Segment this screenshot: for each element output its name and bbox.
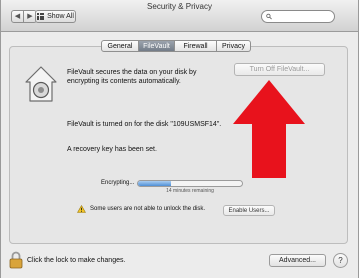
filevault-status: FileVault is turned on for the disk "109… bbox=[67, 121, 222, 128]
tab-general[interactable]: General bbox=[101, 40, 139, 52]
time-remaining: 14 minutes remaining bbox=[166, 188, 214, 194]
tab-bar: General FileVault Firewall Privacy bbox=[101, 40, 251, 52]
tab-filevault[interactable]: FileVault bbox=[139, 40, 175, 52]
chevron-left-icon: ◀ bbox=[14, 13, 21, 20]
search-field[interactable] bbox=[261, 10, 335, 23]
lock-icon[interactable] bbox=[9, 251, 23, 269]
tab-firewall[interactable]: Firewall bbox=[175, 40, 217, 52]
lock-text: Click the lock to make changes. bbox=[27, 257, 126, 264]
chevron-right-icon: ▶ bbox=[27, 13, 33, 20]
recovery-key-status: A recovery key has been set. bbox=[67, 146, 157, 153]
encryption-progress-bar bbox=[137, 180, 243, 187]
progress-fill bbox=[138, 181, 172, 186]
enable-users-button[interactable]: Enable Users... bbox=[223, 205, 275, 216]
search-input[interactable] bbox=[272, 13, 334, 20]
help-button[interactable]: ? bbox=[333, 253, 348, 268]
show-all-label: Show All bbox=[47, 13, 74, 20]
security-privacy-window: Security & Privacy ◀ ▶ Show All General … bbox=[0, 0, 359, 278]
red-arrow-annotation bbox=[233, 80, 305, 178]
filevault-description: FileVault secures the data on your disk … bbox=[67, 69, 197, 85]
encrypting-label: Encrypting... bbox=[101, 180, 135, 186]
grid-icon bbox=[37, 13, 45, 20]
filevault-house-icon bbox=[25, 66, 57, 102]
warning-icon bbox=[77, 205, 86, 213]
turn-off-filevault-button[interactable]: Turn Off FileVault... bbox=[234, 63, 325, 76]
title-bar: Security & Privacy ◀ ▶ Show All bbox=[1, 0, 358, 32]
nav-buttons: ◀ ▶ bbox=[11, 10, 37, 23]
advanced-button[interactable]: Advanced... bbox=[269, 254, 326, 267]
show-all-button[interactable]: Show All bbox=[35, 10, 76, 23]
warning-text: Some users are not able to unlock the di… bbox=[90, 206, 206, 212]
back-button[interactable]: ◀ bbox=[11, 10, 24, 23]
tab-privacy[interactable]: Privacy bbox=[217, 40, 251, 52]
